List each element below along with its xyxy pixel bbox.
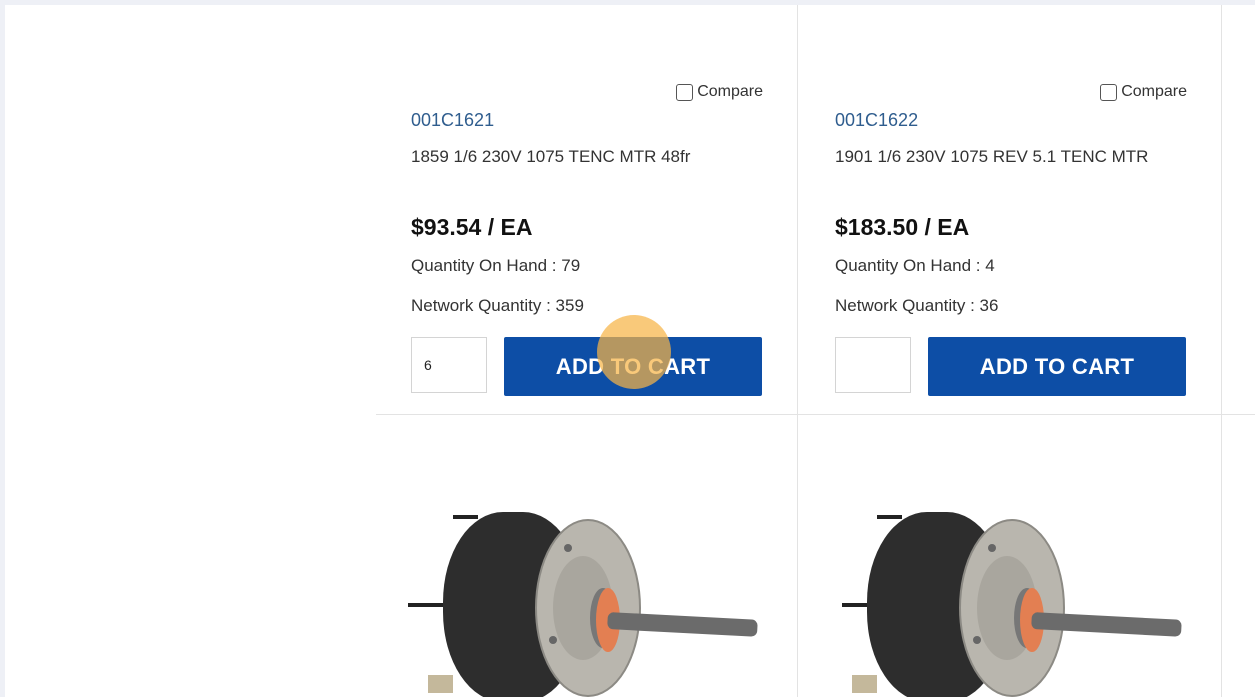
product-description: 1859 1/6 230V 1075 TENC MTR 48fr — [411, 147, 691, 166]
quantity-input[interactable] — [835, 337, 911, 393]
compare-checkbox[interactable]: Compare — [676, 83, 763, 101]
product-price: $93.54 / EA — [411, 214, 533, 240]
network-quantity: Network Quantity : 359 — [411, 296, 584, 315]
part-number-link[interactable]: 001C1621 — [411, 110, 494, 131]
product-card: Compare 001C1621 1859 1/6 230V 1075 TENC… — [411, 5, 763, 414]
grid-divider — [376, 414, 1255, 415]
compare-checkbox[interactable]: Compare — [1100, 83, 1187, 101]
compare-label: Compare — [697, 83, 763, 100]
grid-divider — [1221, 5, 1222, 697]
checkbox-icon[interactable] — [676, 83, 694, 101]
add-to-cart-button[interactable]: ADD TO CART — [504, 337, 762, 396]
quantity-input[interactable] — [411, 337, 487, 393]
quantity-on-hand: Quantity On Hand : 79 — [411, 256, 581, 275]
grid-divider — [797, 5, 798, 697]
quantity-on-hand: Quantity On Hand : 4 — [835, 256, 995, 275]
network-quantity: Network Quantity : 36 — [835, 296, 999, 315]
product-price: $183.50 / EA — [835, 214, 970, 240]
add-to-cart-button[interactable]: ADD TO CART — [928, 337, 1186, 396]
part-number-link[interactable]: 001C1622 — [835, 110, 918, 131]
product-description: 1901 1/6 230V 1075 REV 5.1 TENC MTR — [835, 147, 1149, 166]
checkbox-icon[interactable] — [1100, 83, 1118, 101]
fan-motor-image[interactable] — [408, 500, 768, 697]
compare-label: Compare — [1121, 83, 1187, 100]
fan-motor-image[interactable] — [832, 500, 1192, 697]
product-grid: Compare 001C1621 1859 1/6 230V 1075 TENC… — [5, 5, 1255, 697]
product-card: Compare 001C1622 1901 1/6 230V 1075 REV … — [835, 5, 1187, 414]
